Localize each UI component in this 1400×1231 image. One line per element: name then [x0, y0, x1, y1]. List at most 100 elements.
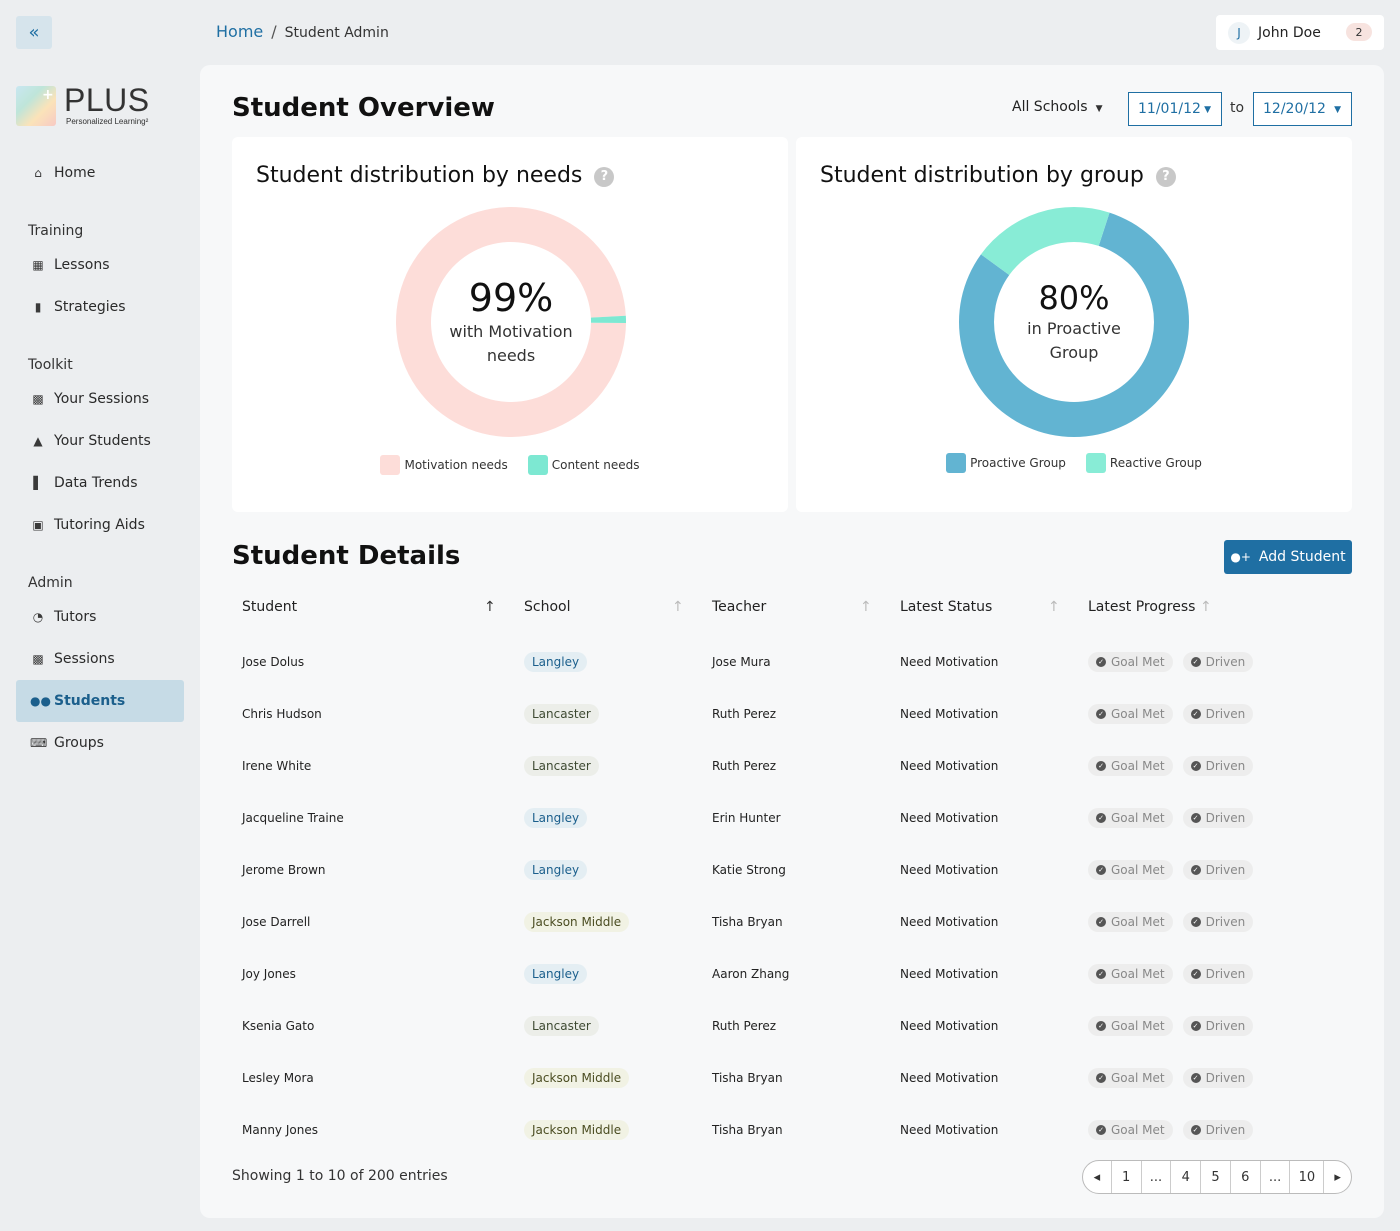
check-circle-icon: ✓	[1190, 709, 1201, 719]
check-circle-icon: ✓	[1096, 969, 1106, 979]
table-row[interactable]: Jose Dolus Langley Jose Mura Need Motivatio…	[232, 636, 1352, 688]
check-circle-icon: ✓	[1096, 1073, 1106, 1083]
avatar: J	[1228, 21, 1250, 44]
teacher-name-text: Erin Hunter	[712, 811, 781, 825]
pie-chart-icon: ◔	[32, 610, 44, 624]
sort-arrow-up-icon[interactable]: ↑	[860, 599, 872, 615]
progress-tag: ✓ Goal Met	[1088, 964, 1173, 984]
sort-arrow-up-icon[interactable]: ↑	[484, 599, 496, 615]
school-filter-dropdown[interactable]: All Schools ▼	[1012, 99, 1103, 115]
progress-tag-label: Goal Met	[1111, 1019, 1165, 1033]
sidebar-item-data-trends[interactable]: ▌ Data Trends	[16, 462, 184, 504]
sidebar-item-students[interactable]: ●● Students	[16, 680, 184, 722]
column-header-student[interactable]: Student ↑	[242, 599, 496, 615]
users-icon: ●●	[30, 694, 51, 708]
table-row[interactable]: Ksenia Gato Lancaster Ruth Perez Need Motiv…	[232, 1000, 1352, 1052]
sort-arrow-up-icon[interactable]: ↑	[672, 599, 684, 615]
pagination-ellipsis: ...	[1259, 1161, 1290, 1193]
school-cell: Lancaster	[524, 688, 599, 740]
pagination-page-button[interactable]: 1	[1110, 1161, 1141, 1193]
pagination-page-button[interactable]: 4	[1170, 1161, 1200, 1193]
progress-tag: ✓ Driven	[1182, 1016, 1254, 1036]
student-name: Lesley Mora	[242, 1052, 314, 1104]
column-header-latest-status[interactable]: Latest Status ↑	[900, 599, 1060, 615]
sidebar-item-label: Your Students	[54, 433, 151, 449]
latest-status-text: Need Motivation	[900, 759, 999, 773]
sidebar-item-tutors[interactable]: ◔ Tutors	[16, 596, 184, 638]
progress-tag-label: Driven	[1205, 1071, 1246, 1085]
latest-progress: ✓ Goal Met ✓ Driven	[1088, 792, 1263, 844]
sidebar-item-groups[interactable]: ⌨ Groups	[16, 722, 184, 764]
progress-tag: ✓ Goal Met	[1088, 808, 1173, 828]
teacher-name: Ruth Perez	[712, 1000, 776, 1052]
student-details-title: Student Details	[232, 541, 461, 571]
pagination-page-button[interactable]: 5	[1200, 1161, 1230, 1193]
check-circle-icon: ✓	[1190, 813, 1201, 823]
group-legend: Proactive Group Reactive Group	[796, 453, 1352, 473]
sidebar-item-label: Tutors	[54, 609, 97, 625]
progress-tag-label: Driven	[1205, 967, 1246, 981]
latest-progress: ✓ Goal Met ✓ Driven	[1088, 948, 1263, 1000]
latest-status-text: Need Motivation	[900, 1123, 999, 1137]
table-row[interactable]: Manny Jones Jackson Middle Tisha Bryan Need…	[232, 1104, 1352, 1156]
breadcrumb-home-link[interactable]: Home	[216, 22, 263, 41]
collapse-sidebar-button[interactable]: «	[16, 16, 52, 49]
progress-tag-label: Driven	[1205, 707, 1246, 721]
table-row[interactable]: Chris Hudson Lancaster Ruth Perez Need Moti…	[232, 688, 1352, 740]
user-menu[interactable]: J John Doe 2	[1216, 15, 1384, 50]
sidebar-item-strategies[interactable]: ▮ Strategies	[16, 286, 184, 328]
help-icon[interactable]: ?	[1155, 166, 1176, 187]
student-name: Ksenia Gato	[242, 1000, 314, 1052]
sort-arrow-up-icon[interactable]: ↑	[1200, 599, 1212, 615]
table-row[interactable]: Jacqueline Traine Langley Erin Hunter Need …	[232, 792, 1352, 844]
table-row[interactable]: Lesley Mora Jackson Middle Tisha Bryan Need…	[232, 1052, 1352, 1104]
date-to-picker[interactable]: 12/20/12 ▼	[1253, 92, 1352, 126]
progress-tag-label: Goal Met	[1111, 655, 1165, 669]
column-header-school[interactable]: School ↑	[524, 599, 684, 615]
column-header-latest-progress[interactable]: Latest Progress ↑	[1088, 599, 1212, 615]
help-icon[interactable]: ?	[594, 166, 615, 187]
sidebar-item-tutoring-aids[interactable]: ▣ Tutoring Aids	[16, 504, 184, 546]
sidebar-item-label: Groups	[54, 735, 104, 751]
latest-progress: ✓ Goal Met ✓ Driven	[1088, 740, 1263, 792]
pagination-prev-icon[interactable]: ◂	[1083, 1161, 1111, 1193]
pagination-next-icon[interactable]: ▸	[1323, 1161, 1351, 1193]
sidebar-item-lessons[interactable]: ▦ Lessons	[16, 244, 184, 286]
school-cell: Jackson Middle	[524, 1104, 630, 1156]
table-row[interactable]: Irene White Lancaster Ruth Perez Need Motiv…	[232, 740, 1352, 792]
progress-tag: ✓ Driven	[1182, 912, 1254, 932]
pagination: ◂ 1... 4 5 6... 10 ▸	[1082, 1160, 1352, 1194]
pagination-page-button[interactable]: 6	[1229, 1161, 1260, 1193]
sidebar-item-home[interactable]: ⌂ Home	[16, 152, 184, 194]
legend-label: Proactive Group	[970, 456, 1066, 470]
needs-distribution-card: Student distribution by needs? 99% with …	[232, 137, 788, 512]
sidebar-item-your-students[interactable]: ▲ Your Students	[16, 420, 184, 462]
date-from-picker[interactable]: 11/01/12 ▼	[1128, 92, 1222, 126]
teacher-name: Tisha Bryan	[712, 1104, 783, 1156]
sidebar-section-training: Training	[28, 223, 84, 239]
teacher-name: Tisha Bryan	[712, 896, 783, 948]
student-name-text: Manny Jones	[242, 1123, 318, 1137]
legend-item: Motivation needs	[380, 455, 508, 475]
progress-tag: ✓ Goal Met	[1088, 1016, 1173, 1036]
column-header-teacher[interactable]: Teacher ↑	[712, 599, 872, 615]
latest-progress: ✓ Goal Met ✓ Driven	[1088, 1104, 1263, 1156]
progress-tag: ✓ Driven	[1182, 704, 1254, 724]
check-circle-icon: ✓	[1096, 709, 1106, 719]
school-cell: Jackson Middle	[524, 896, 630, 948]
latest-progress: ✓ Goal Met ✓ Driven	[1088, 636, 1263, 688]
latest-status: Need Motivation	[900, 688, 998, 740]
sidebar-item-label: Home	[54, 165, 96, 181]
progress-tag: ✓ Goal Met	[1088, 704, 1173, 724]
teacher-name: Erin Hunter	[712, 792, 781, 844]
sidebar-item-sessions[interactable]: ▩ Sessions	[16, 638, 184, 680]
pagination-summary: Showing 1 to 10 of 200 entries	[232, 1168, 448, 1184]
add-student-button[interactable]: ●+ Add Student	[1224, 540, 1352, 574]
progress-tag: ✓ Goal Met	[1088, 756, 1173, 776]
table-row[interactable]: Joy Jones Langley Aaron Zhang Need Motivati…	[232, 948, 1352, 1000]
pagination-page-button[interactable]: 10	[1289, 1161, 1323, 1193]
table-row[interactable]: Jose Darrell Jackson Middle Tisha Bryan Nee…	[232, 896, 1352, 948]
sort-arrow-up-icon[interactable]: ↑	[1048, 599, 1060, 615]
sidebar-item-your-sessions[interactable]: ▩ Your Sessions	[16, 378, 184, 420]
table-row[interactable]: Jerome Brown Langley Katie Strong Need Moti…	[232, 844, 1352, 896]
